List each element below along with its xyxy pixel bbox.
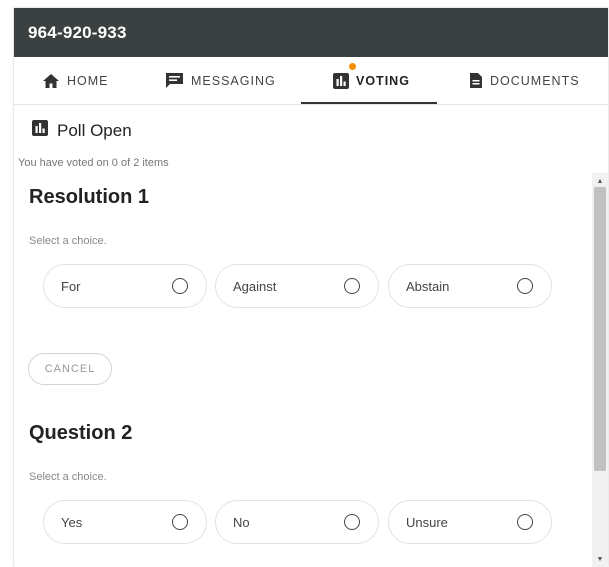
question-2-title: Question 2 [29, 422, 133, 444]
choice-no[interactable]: No [215, 500, 379, 544]
tab-voting[interactable]: VOTING [333, 57, 410, 104]
vertical-scrollbar[interactable]: ▲ ▼ [592, 173, 608, 567]
tab-messaging-label: MESSAGING [191, 73, 276, 88]
poll-title-text: Poll Open [57, 120, 132, 140]
radio-icon [517, 278, 533, 294]
voting-panel: 964-920-933 HOME MESSAGING VOTING DOCUME… [14, 8, 608, 567]
choice-label: Yes [61, 514, 83, 530]
poll-icon [333, 72, 349, 89]
radio-icon [344, 514, 360, 530]
notification-dot [349, 63, 356, 70]
resolution-1-title: Resolution 1 [29, 186, 150, 208]
choice-for[interactable]: For [43, 264, 207, 308]
choice-yes[interactable]: Yes [43, 500, 207, 544]
app-header: 964-920-933 [14, 8, 608, 57]
choice-label: No [233, 514, 250, 530]
question-2-hint: Select a choice. [29, 471, 107, 483]
radio-icon [172, 278, 188, 294]
meeting-id-title: 964-920-933 [28, 22, 127, 42]
poll-icon [32, 120, 48, 141]
scroll-down-arrow-icon[interactable]: ▼ [592, 551, 608, 567]
voted-status: You have voted on 0 of 2 items [18, 157, 169, 169]
tab-voting-label: VOTING [356, 73, 410, 88]
radio-icon [172, 514, 188, 530]
active-tab-indicator [301, 102, 437, 104]
chat-icon [165, 72, 184, 89]
radio-icon [344, 278, 360, 294]
resolution-1-hint: Select a choice. [29, 235, 107, 247]
tab-home[interactable]: HOME [42, 57, 109, 104]
cancel-button[interactable]: CANCEL [28, 353, 112, 385]
tab-documents[interactable]: DOCUMENTS [469, 57, 580, 104]
tab-documents-label: DOCUMENTS [490, 73, 580, 88]
tab-bar: HOME MESSAGING VOTING DOCUMENTS [14, 57, 608, 105]
choice-unsure[interactable]: Unsure [388, 500, 552, 544]
radio-icon [517, 514, 533, 530]
tab-messaging[interactable]: MESSAGING [165, 57, 276, 104]
choice-label: Unsure [406, 514, 448, 530]
tab-home-label: HOME [67, 73, 109, 88]
choice-abstain[interactable]: Abstain [388, 264, 552, 308]
home-icon [42, 73, 60, 89]
poll-title: Poll Open [32, 120, 132, 141]
choice-label: Against [233, 278, 277, 294]
document-icon [469, 72, 483, 89]
choice-against[interactable]: Against [215, 264, 379, 308]
scrollbar-thumb[interactable] [594, 187, 606, 471]
choice-label: For [61, 278, 81, 294]
poll-items-scroll-area[interactable]: Resolution 1 Select a choice. For Agains… [14, 173, 592, 567]
choice-label: Abstain [406, 278, 450, 294]
